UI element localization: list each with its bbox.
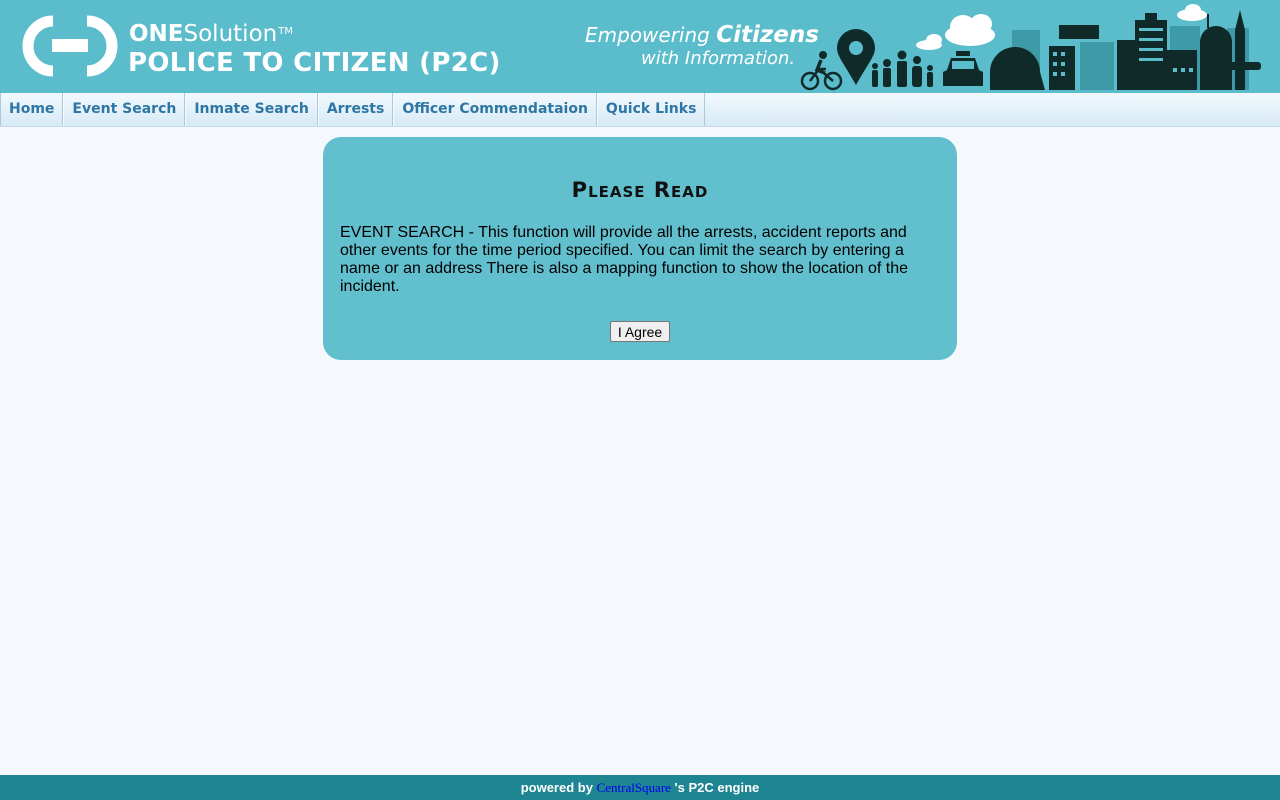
brand-name: ONESolutionTM [129, 20, 293, 48]
tagline-line1: Empowering Citizens [585, 22, 819, 48]
notice-title: Please Read [571, 178, 709, 202]
footer: powered by CentralSquare 's P2C engine [0, 775, 1280, 800]
city-skyline-icon [800, 4, 1261, 91]
tagline-prefix: Empowering [585, 23, 717, 47]
brand-light: Solution [183, 21, 278, 47]
nav-inmate-search[interactable]: Inmate Search [185, 93, 318, 126]
vendor-link[interactable]: CentralSquare [597, 780, 671, 795]
notice-panel: Please Read EVENT SEARCH - This function… [323, 137, 957, 360]
main-nav: Home Event Search Inmate Search Arrests … [0, 93, 1280, 127]
trademark-mark: TM [278, 26, 293, 37]
nav-arrests[interactable]: Arrests [317, 93, 394, 126]
onesolution-logo-icon [22, 15, 118, 77]
nav-event-search[interactable]: Event Search [63, 93, 186, 126]
agree-button[interactable]: I Agree [609, 321, 671, 342]
nav-officer-commendation[interactable]: Officer Commendataion [393, 93, 597, 126]
tagline-line2: with Information. [641, 48, 796, 69]
footer-suffix: 's P2C engine [670, 780, 760, 795]
agree-container: I Agree [340, 321, 940, 342]
footer-prefix: powered by [520, 780, 597, 795]
nav-quick-links[interactable]: Quick Links [596, 93, 706, 126]
brand-bold: ONE [129, 21, 184, 47]
notice-body: EVENT SEARCH - This function will provid… [340, 224, 909, 295]
product-name: POLICE TO CITIZEN (P2C) [128, 48, 501, 78]
header-banner: ONESolutionTM POLICE TO CITIZEN (P2C) Em… [0, 0, 1280, 93]
nav-home[interactable]: Home [0, 93, 64, 126]
